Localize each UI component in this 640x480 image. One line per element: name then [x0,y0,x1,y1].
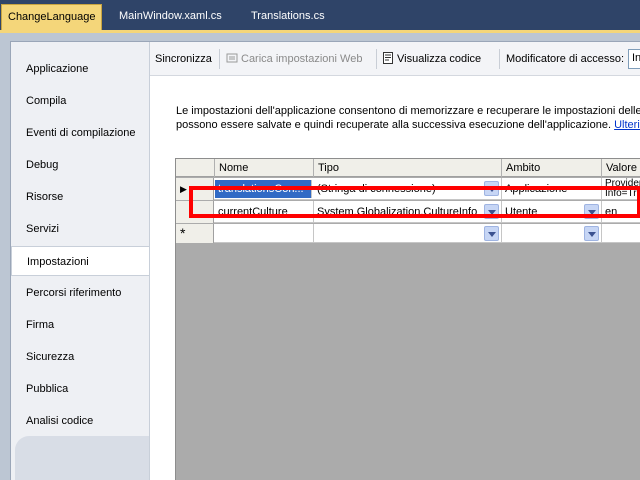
properties-nav: Applicazione Compila Eventi di compilazi… [11,42,151,480]
column-header-nome[interactable]: Nome [215,159,314,177]
toolbar-separator [376,49,377,69]
nav-item-compila[interactable]: Compila [11,86,149,116]
column-header-ambito[interactable]: Ambito [502,159,602,177]
nav-item-sicurezza[interactable]: Sicurezza [11,342,149,372]
description-line-2: possono essere salvate e quindi recupera… [176,118,640,132]
type-dropdown-button[interactable] [484,226,499,241]
toolbar-separator [499,49,500,69]
nav-item-impostazioni[interactable]: Impostazioni [11,246,151,276]
tab-mainwindow-xaml-cs[interactable]: MainWindow.xaml.cs [113,4,228,28]
sync-button[interactable]: Sincronizza [155,51,212,67]
setting-type-cell[interactable] [314,224,502,243]
column-header-valore[interactable]: Valore [602,159,640,177]
nav-item-percorsi-riferimento[interactable]: Percorsi riferimento [11,278,149,308]
toolbar-separator [219,49,220,69]
nav-item-firma[interactable]: Firma [11,310,149,340]
nav-item-risorse[interactable]: Risorse [11,182,149,212]
settings-page: Sincronizza Carica impostazioni Web Visu… [149,42,640,480]
highlight-annotation [189,186,640,218]
access-modifier-label: Modificatore di accesso: [506,53,624,65]
document-tabstrip: ChangeLanguage MainWindow.xaml.cs Transl… [0,0,640,30]
table-row-new[interactable]: * [176,224,640,243]
tab-changelanguage[interactable]: ChangeLanguage [1,4,103,30]
description-line-1: Le impostazioni dell'applicazione consen… [176,105,640,117]
setting-name-cell[interactable] [215,224,314,243]
tab-translations-cs[interactable]: Translations.cs [245,4,331,28]
grid-corner [176,159,215,177]
load-web-settings-button[interactable]: Carica impostazioni Web [226,51,362,67]
column-header-tipo[interactable]: Tipo [314,159,502,177]
project-designer: Applicazione Compila Eventi di compilazi… [0,33,640,480]
more-info-link[interactable]: Ulterio [614,119,640,131]
grid-header: Nome Tipo Ambito Valore [176,159,640,177]
nav-item-debug[interactable]: Debug [11,150,149,180]
nav-item-pubblica[interactable]: Pubblica [11,374,149,404]
description-line-2-text: possono essere salvate e quindi recupera… [176,119,612,131]
settings-toolbar: Sincronizza Carica impostazioni Web Visu… [150,42,640,76]
new-row-marker[interactable]: * [176,224,214,243]
settings-description: Le impostazioni dell'applicazione consen… [176,104,640,132]
view-code-button[interactable]: Visualizza codice [382,51,481,67]
view-code-label: Visualizza codice [397,53,482,65]
setting-value-cell[interactable] [602,224,640,243]
access-modifier-dropdown[interactable]: Inte [628,49,640,69]
web-settings-icon [226,52,238,64]
nav-item-servizi[interactable]: Servizi [11,214,149,244]
nav-footer-panel [15,436,149,480]
nav-item-applicazione[interactable]: Applicazione [11,54,149,84]
nav-item-eventi-di-compilazione[interactable]: Eventi di compilazione [11,118,149,148]
nav-item-analisi-codice[interactable]: Analisi codice [11,406,149,436]
designer-frame: Applicazione Compila Eventi di compilazi… [10,41,640,480]
scope-dropdown-button[interactable] [584,226,599,241]
load-web-settings-label: Carica impostazioni Web [241,53,363,65]
code-file-icon [382,52,394,64]
